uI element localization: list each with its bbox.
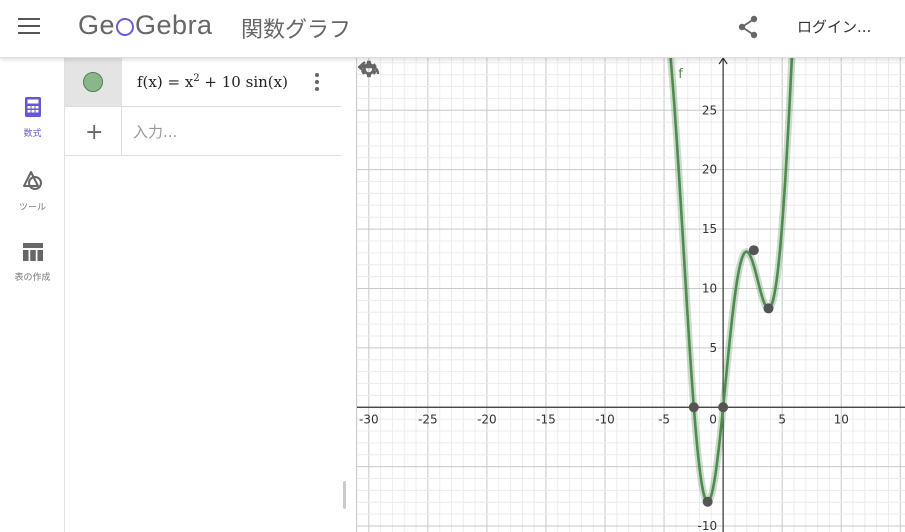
plot-canvas[interactable]: -30 -25 -20 -15 -10 -5 0 5 10 -10 5 10 15 20 25 f bbox=[357, 58, 905, 532]
menu-icon[interactable] bbox=[18, 18, 40, 38]
toolbar-label: ツール bbox=[18, 203, 46, 213]
x-tick-label: -30 bbox=[359, 412, 379, 426]
special-point-local-min bbox=[763, 303, 774, 314]
table-icon bbox=[22, 243, 43, 261]
view-toolbar: 数式 ツール 表の作成 bbox=[0, 58, 65, 532]
app-header: Ge Gebra 関数グラフ ログイン... bbox=[0, 0, 905, 58]
x-tick-label: 5 bbox=[778, 412, 786, 426]
graphics-view[interactable]: -30 -25 -20 -15 -10 -5 0 5 10 -10 5 10 15 20 25 f bbox=[357, 58, 905, 532]
toolbar-label: 数式 bbox=[23, 129, 42, 139]
algebra-row[interactable]: f(x) = x2 + 10 sin(x) bbox=[65, 58, 341, 107]
function-curve-halo bbox=[667, 58, 796, 506]
resize-handle[interactable] bbox=[343, 481, 346, 509]
toolbar-item-table[interactable]: 表の作成 bbox=[0, 242, 65, 283]
special-point-root-origin bbox=[718, 402, 729, 413]
plus-cell: + bbox=[65, 107, 122, 155]
shapes-icon bbox=[22, 171, 42, 190]
toolbar-label: 表の作成 bbox=[14, 273, 51, 283]
formula-prefix: f(x) = x bbox=[137, 73, 194, 91]
x-tick-label: -10 bbox=[595, 412, 615, 426]
gear-icon[interactable] bbox=[357, 58, 379, 80]
app-title: 関数グラフ bbox=[241, 18, 352, 43]
marble-cell bbox=[65, 58, 122, 106]
algebra-view: f(x) = x2 + 10 sin(x) + bbox=[65, 58, 357, 532]
login-button[interactable]: ログイン... bbox=[797, 16, 871, 37]
calculator-icon bbox=[24, 97, 41, 117]
function-definition[interactable]: f(x) = x2 + 10 sin(x) bbox=[137, 73, 288, 91]
logo-o-mark bbox=[116, 18, 135, 36]
y-tick-label: 20 bbox=[702, 163, 717, 177]
x-tick-label: -15 bbox=[536, 412, 556, 426]
y-tick-label: -10 bbox=[698, 519, 718, 532]
formula-suffix: + 10 sin(x) bbox=[199, 73, 288, 91]
special-point-root-negative bbox=[688, 402, 699, 413]
x-tick-label: 10 bbox=[834, 412, 849, 426]
function-label: f bbox=[678, 67, 683, 82]
y-tick-label: 25 bbox=[702, 103, 717, 117]
special-point-local-min-global bbox=[702, 496, 713, 507]
x-tick-label: -5 bbox=[658, 412, 670, 426]
y-tick-label: 5 bbox=[709, 341, 717, 355]
toolbar-item-algebra[interactable]: 数式 bbox=[0, 96, 65, 139]
x-tick-label: -25 bbox=[418, 412, 438, 426]
algebra-input-row: + bbox=[65, 107, 341, 156]
more-vert-icon[interactable] bbox=[309, 71, 325, 93]
x-tick-label: 0 bbox=[709, 412, 717, 426]
visibility-toggle[interactable] bbox=[83, 72, 103, 92]
toolbar-item-tools[interactable]: ツール bbox=[0, 170, 65, 213]
x-tick-label: -20 bbox=[477, 412, 497, 426]
geogebra-logo: Ge Gebra bbox=[78, 10, 213, 40]
special-point-local-max bbox=[748, 245, 759, 256]
y-tick-label: 15 bbox=[702, 222, 717, 236]
share-icon[interactable] bbox=[737, 15, 759, 39]
algebra-input[interactable] bbox=[133, 119, 333, 145]
add-icon[interactable]: + bbox=[85, 120, 103, 145]
y-tick-label: 10 bbox=[702, 281, 717, 295]
